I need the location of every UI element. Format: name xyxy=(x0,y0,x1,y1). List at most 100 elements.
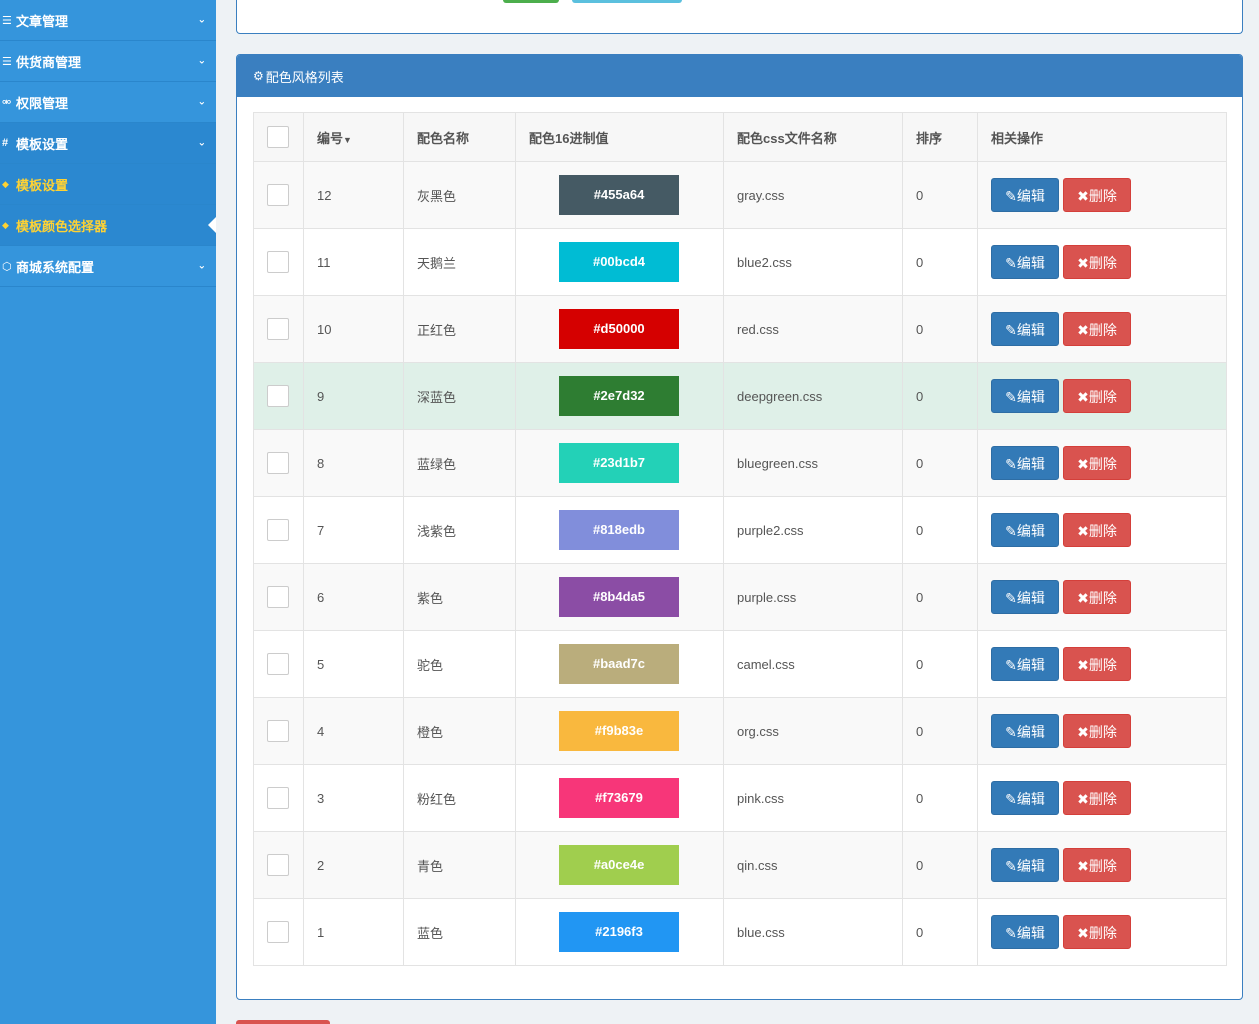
edit-button[interactable]: ✎编辑 xyxy=(991,647,1059,681)
sidebar-item-mall-config[interactable]: ⬡ 商城系统配置 ⌄ xyxy=(0,246,216,287)
delete-button[interactable]: ✖删除 xyxy=(1063,714,1131,748)
table-row: 7 浅紫色 #818edb purple2.css 0 ✎编辑 ✖删除 xyxy=(253,496,1227,564)
delete-label: 删除 xyxy=(1088,590,1117,606)
row-checkbox[interactable] xyxy=(267,854,289,876)
row-checkbox[interactable] xyxy=(267,653,289,675)
info-button[interactable] xyxy=(572,0,682,3)
delete-label: 删除 xyxy=(1088,657,1117,673)
pencil-icon: ✎ xyxy=(1005,724,1017,740)
row-checkbox[interactable] xyxy=(267,385,289,407)
row-sort: 0 xyxy=(902,563,978,631)
sidebar-item-templates[interactable]: # 模板设置 ⌄ xyxy=(0,123,216,164)
row-sort: 0 xyxy=(902,831,978,899)
row-color-name: 浅紫色 xyxy=(403,496,516,564)
delete-button[interactable]: ✖删除 xyxy=(1063,245,1131,279)
sidebar-subitem-label: 模板设置 xyxy=(16,177,69,193)
top-panel xyxy=(236,0,1243,34)
table-row: 9 深蓝色 #2e7d32 deepgreen.css 0 ✎编辑 ✖删除 xyxy=(253,362,1227,430)
row-color-name: 蓝绿色 xyxy=(403,429,516,497)
delete-button[interactable]: ✖删除 xyxy=(1063,312,1131,346)
row-select-cell xyxy=(253,898,304,966)
sidebar-item-articles[interactable]: ☰ 文章管理 ⌄ xyxy=(0,0,216,41)
pencil-icon: ✎ xyxy=(1005,389,1017,405)
edit-label: 编辑 xyxy=(1016,389,1045,405)
row-checkbox[interactable] xyxy=(267,251,289,273)
edit-button[interactable]: ✎编辑 xyxy=(991,513,1059,547)
row-color-name: 深蓝色 xyxy=(403,362,516,430)
row-css-file: red.css xyxy=(723,295,903,363)
green-button[interactable] xyxy=(503,0,559,3)
caret-right-icon: ◆ xyxy=(2,178,9,189)
color-swatch: #8b4da5 xyxy=(559,577,679,617)
delete-button[interactable]: ✖删除 xyxy=(1063,446,1131,480)
pencil-icon: ✎ xyxy=(1005,255,1017,271)
row-checkbox[interactable] xyxy=(267,519,289,541)
delete-button[interactable]: ✖删除 xyxy=(1063,781,1131,815)
row-checkbox[interactable] xyxy=(267,586,289,608)
edit-button[interactable]: ✎编辑 xyxy=(991,312,1059,346)
edit-button[interactable]: ✎编辑 xyxy=(991,178,1059,212)
edit-button[interactable]: ✎编辑 xyxy=(991,915,1059,949)
sidebar-item-permissions[interactable]: ⚮ 权限管理 ⌄ xyxy=(0,82,216,123)
row-id: 12 xyxy=(303,161,404,229)
edit-button[interactable]: ✎编辑 xyxy=(991,446,1059,480)
color-swatch: #818edb xyxy=(559,510,679,550)
row-sort: 0 xyxy=(902,295,978,363)
pencil-icon: ✎ xyxy=(1005,925,1017,941)
edit-button[interactable]: ✎编辑 xyxy=(991,245,1059,279)
edit-button[interactable]: ✎编辑 xyxy=(991,781,1059,815)
delete-label: 删除 xyxy=(1088,858,1117,874)
delete-selected-button[interactable] xyxy=(236,1020,330,1024)
edit-button[interactable]: ✎编辑 xyxy=(991,379,1059,413)
row-actions: ✎编辑 ✖删除 xyxy=(977,898,1227,966)
header-name: 配色名称 xyxy=(403,112,516,162)
gears-icon: ⚙ xyxy=(253,69,264,83)
edit-label: 编辑 xyxy=(1016,657,1045,673)
row-css-file: blue2.css xyxy=(723,228,903,296)
sidebar: ☰ 文章管理 ⌄ ☰ 供货商管理 ⌄ ⚮ 权限管理 ⌄ # 模板设置 ⌄ ◆ 模… xyxy=(0,0,216,1024)
row-css-file: deepgreen.css xyxy=(723,362,903,430)
row-checkbox[interactable] xyxy=(267,184,289,206)
edit-button[interactable]: ✎编辑 xyxy=(991,848,1059,882)
row-hex-cell: #2196f3 xyxy=(515,898,724,966)
delete-button[interactable]: ✖删除 xyxy=(1063,178,1131,212)
table-row: 4 橙色 #f9b83e org.css 0 ✎编辑 ✖删除 xyxy=(253,697,1227,765)
delete-button[interactable]: ✖删除 xyxy=(1063,848,1131,882)
table-row: 5 驼色 #baad7c camel.css 0 ✎编辑 ✖删除 xyxy=(253,630,1227,698)
sidebar-subitem-color-picker[interactable]: ◆ 模板颜色选择器 xyxy=(0,205,216,246)
sidebar-item-suppliers[interactable]: ☰ 供货商管理 ⌄ xyxy=(0,41,216,82)
delete-button[interactable]: ✖删除 xyxy=(1063,513,1131,547)
color-swatch: #455a64 xyxy=(559,175,679,215)
row-select-cell xyxy=(253,228,304,296)
row-hex-cell: #baad7c xyxy=(515,630,724,698)
delete-label: 删除 xyxy=(1088,724,1117,740)
color-swatch: #d50000 xyxy=(559,309,679,349)
list-icon: ☰ xyxy=(2,55,12,68)
table-body: 12 灰黑色 #455a64 gray.css 0 ✎编辑 ✖删除 11 天鹅兰 #00bcd4 b… xyxy=(253,161,1227,966)
row-checkbox[interactable] xyxy=(267,318,289,340)
row-checkbox[interactable] xyxy=(267,452,289,474)
header-id[interactable]: 编号▼ xyxy=(303,112,404,162)
row-checkbox[interactable] xyxy=(267,787,289,809)
edit-button[interactable]: ✎编辑 xyxy=(991,580,1059,614)
select-all-checkbox[interactable] xyxy=(267,126,289,148)
edit-label: 编辑 xyxy=(1016,322,1045,338)
delete-button[interactable]: ✖删除 xyxy=(1063,580,1131,614)
delete-button[interactable]: ✖删除 xyxy=(1063,379,1131,413)
chevron-down-icon: ⌄ xyxy=(197,260,206,272)
panel-title: 配色风格列表 xyxy=(265,69,344,85)
edit-label: 编辑 xyxy=(1016,523,1045,539)
row-checkbox[interactable] xyxy=(267,921,289,943)
edit-button[interactable]: ✎编辑 xyxy=(991,714,1059,748)
sidebar-subitem-template-settings[interactable]: ◆ 模板设置 xyxy=(0,164,216,205)
row-select-cell xyxy=(253,496,304,564)
list-icon: ☰ xyxy=(2,14,12,27)
delete-button[interactable]: ✖删除 xyxy=(1063,647,1131,681)
row-id: 1 xyxy=(303,898,404,966)
close-icon: ✖ xyxy=(1077,322,1089,338)
row-css-file: pink.css xyxy=(723,764,903,832)
color-style-panel: ⚙ 配色风格列表 编号▼ 配色名称 配色16进制值 配色css文件名称 排序 相… xyxy=(236,54,1243,1000)
delete-button[interactable]: ✖删除 xyxy=(1063,915,1131,949)
row-select-cell xyxy=(253,630,304,698)
row-checkbox[interactable] xyxy=(267,720,289,742)
